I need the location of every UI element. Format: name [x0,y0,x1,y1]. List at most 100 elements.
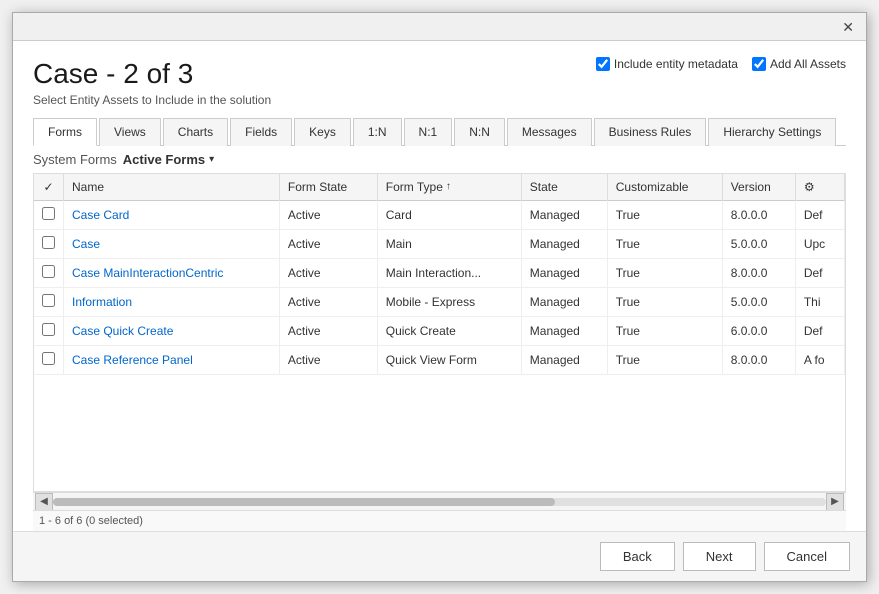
cell-form_type: Card [377,200,521,229]
cell-form_type: Main [377,229,521,258]
cell-form_type: Mobile - Express [377,287,521,316]
tab-views[interactable]: Views [99,118,161,146]
scrollbar-area: ◀ ▶ [33,492,846,510]
row-checkbox[interactable] [42,294,55,307]
status-bar: 1 - 6 of 6 (0 selected) [33,510,846,531]
titlebar: ✕ [13,13,866,41]
form-name-link[interactable]: Case Reference Panel [72,353,193,367]
form-name-link[interactable]: Case Quick Create [72,324,173,338]
row-checkbox-cell[interactable] [34,229,64,258]
active-forms-label[interactable]: Active Forms [123,152,205,167]
cell-extra: Def [795,258,844,287]
row-checkbox-cell[interactable] [34,287,64,316]
cell-version: 8.0.0.0 [722,345,795,374]
scroll-right-arrow[interactable]: ▶ [826,493,844,511]
cell-state: Managed [521,229,607,258]
col-header-version: Version [722,174,795,201]
cell-form_type: Quick View Form [377,345,521,374]
form-name-link[interactable]: Case Card [72,208,129,222]
scroll-thumb[interactable] [53,498,555,506]
cell-form_state: Active [279,200,377,229]
dialog-footer: Back Next Cancel [13,531,866,581]
header-options: Include entity metadata Add All Assets [596,57,846,71]
table-row[interactable]: CaseActiveMainManagedTrue5.0.0.0Upc [34,229,845,258]
tab-hierarchy-settings[interactable]: Hierarchy Settings [708,118,836,146]
cell-customizable: True [607,345,722,374]
tab-fields[interactable]: Fields [230,118,292,146]
scroll-left-arrow[interactable]: ◀ [35,493,53,511]
table-row[interactable]: Case Quick Create ActiveQuick CreateManag… [34,316,845,345]
cell-customizable: True [607,316,722,345]
cell-customizable: True [607,229,722,258]
section-header: System Forms Active Forms ▾ [33,152,846,167]
cell-state: Managed [521,345,607,374]
table-row[interactable]: Case CardActiveCardManagedTrue8.0.0.0Def [34,200,845,229]
cell-form_state: Active [279,287,377,316]
cell-form_state: Active [279,229,377,258]
main-dialog: ✕ Case - 2 of 3 Select Entity Assets to … [12,12,867,582]
tab-1-n[interactable]: 1:N [353,118,402,146]
data-table-container: ✓NameForm StateForm Type↑StateCustomizab… [33,173,846,492]
add-all-assets-label: Add All Assets [770,57,846,71]
include-metadata-option[interactable]: Include entity metadata [596,57,738,71]
cell-form_state: Active [279,316,377,345]
scroll-track [53,498,826,506]
table-row[interactable]: Case Reference Panel ActiveQuick View For… [34,345,845,374]
cell-state: Managed [521,316,607,345]
sort-icon-form_type: ↑ [446,181,451,192]
cell-version: 8.0.0.0 [722,258,795,287]
cell-customizable: True [607,258,722,287]
add-all-assets-checkbox[interactable] [752,57,766,71]
status-text: 1 - 6 of 6 (0 selected) [39,515,143,527]
row-checkbox-cell[interactable] [34,258,64,287]
tab-forms[interactable]: Forms [33,118,97,146]
row-checkbox[interactable] [42,352,55,365]
add-all-assets-option[interactable]: Add All Assets [752,57,846,71]
col-header-form_type[interactable]: Form Type↑ [377,174,521,201]
table-scroll[interactable]: ✓NameForm StateForm Type↑StateCustomizab… [34,174,845,491]
row-checkbox-cell[interactable] [34,200,64,229]
tab-n-n[interactable]: N:N [454,118,505,146]
form-name-link[interactable]: Information [72,295,132,309]
back-button[interactable]: Back [600,542,675,571]
row-checkbox[interactable] [42,236,55,249]
cell-form_type: Quick Create [377,316,521,345]
cell-form_state: Active [279,258,377,287]
include-metadata-checkbox[interactable] [596,57,610,71]
active-forms-dropdown[interactable]: ▾ [209,154,214,165]
cell-state: Managed [521,258,607,287]
close-button[interactable]: ✕ [836,18,860,36]
form-name-link[interactable]: Case [72,237,100,251]
next-button[interactable]: Next [683,542,756,571]
cell-extra: Def [795,200,844,229]
forms-table: ✓NameForm StateForm Type↑StateCustomizab… [34,174,845,375]
cell-customizable: True [607,287,722,316]
row-checkbox-cell[interactable] [34,345,64,374]
cell-form_type: Main Interaction... [377,258,521,287]
system-forms-label: System Forms [33,152,117,167]
row-checkbox[interactable] [42,207,55,220]
table-header: ✓NameForm StateForm Type↑StateCustomizab… [34,174,845,201]
tab-business-rules[interactable]: Business Rules [594,118,707,146]
cell-extra: Thi [795,287,844,316]
col-header-state: State [521,174,607,201]
tab-n-1[interactable]: N:1 [404,118,453,146]
row-checkbox[interactable] [42,265,55,278]
form-name-link[interactable]: Case MainInteractionCentric [72,266,223,280]
table-row[interactable]: Case MainInteractionCentric ActiveMain In… [34,258,845,287]
row-checkbox-cell[interactable] [34,316,64,345]
tabs: FormsViewsChartsFieldsKeys1:NN:1N:NMessa… [33,117,846,146]
row-checkbox[interactable] [42,323,55,336]
table-row[interactable]: InformationActiveMobile - ExpressManaged… [34,287,845,316]
table-body: Case CardActiveCardManagedTrue8.0.0.0Def… [34,200,845,374]
tab-keys[interactable]: Keys [294,118,351,146]
cell-state: Managed [521,200,607,229]
cell-form_state: Active [279,345,377,374]
cell-version: 5.0.0.0 [722,287,795,316]
tab-messages[interactable]: Messages [507,118,592,146]
h-scrollbar[interactable] [53,495,826,509]
col-header-customizable: Customizable [607,174,722,201]
cell-customizable: True [607,200,722,229]
tab-charts[interactable]: Charts [163,118,228,146]
cancel-button[interactable]: Cancel [764,542,850,571]
